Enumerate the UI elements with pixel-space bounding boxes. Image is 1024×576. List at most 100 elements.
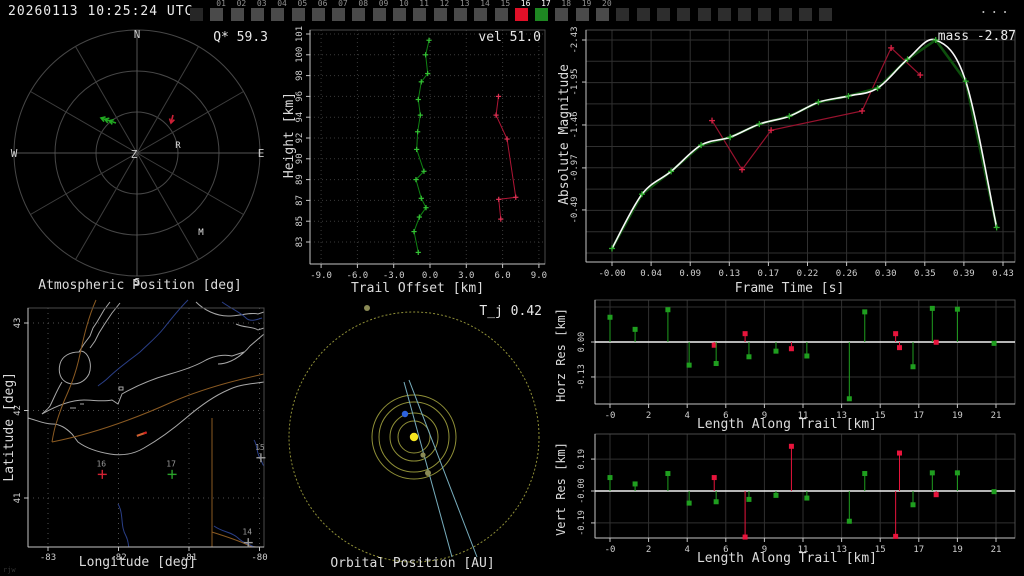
frame-square[interactable] <box>717 8 731 21</box>
frame-square[interactable] <box>799 8 812 21</box>
frame-square-20[interactable] <box>596 8 609 21</box>
svg-text:-2.43: -2.43 <box>570 26 580 53</box>
frame-square[interactable] <box>636 8 650 21</box>
tisserand-label: T_j 0.42 <box>479 304 542 319</box>
svg-text:100: 100 <box>295 47 305 63</box>
svg-text:0.17: 0.17 <box>758 269 780 279</box>
svg-text:87: 87 <box>295 195 305 206</box>
svg-text:-9.0: -9.0 <box>310 271 332 281</box>
frame-square-08[interactable] <box>352 8 366 21</box>
frame-square[interactable] <box>677 8 691 21</box>
frame-square[interactable] <box>697 8 711 21</box>
svg-text:9.0: 9.0 <box>531 271 547 281</box>
svg-text:R: R <box>175 141 181 151</box>
frame-square-13[interactable] <box>453 8 467 21</box>
svg-text:-0.19: -0.19 <box>577 510 587 536</box>
svg-text:-0.13: -0.13 <box>577 364 587 390</box>
svg-text:83: 83 <box>295 237 305 248</box>
svg-text:0.00: 0.00 <box>577 332 587 352</box>
frame-square-10[interactable] <box>393 8 406 21</box>
svg-text:0.43: 0.43 <box>992 269 1014 279</box>
frame-number: 06 <box>317 0 328 8</box>
svg-text:101: 101 <box>295 26 305 42</box>
orbital-position-panel: T_j 0.42 Orbital Position [AU] <box>275 296 550 576</box>
frame-square-02[interactable] <box>230 8 244 21</box>
frame-number: 03 <box>256 0 267 8</box>
orbital-plot <box>288 305 540 563</box>
frame-number: 14 <box>480 0 490 8</box>
frame-square-04[interactable] <box>271 8 285 21</box>
frame-square[interactable] <box>758 8 772 21</box>
svg-text:0.22: 0.22 <box>797 269 819 279</box>
frame-number: 05 <box>297 0 308 8</box>
frame-square[interactable] <box>656 8 670 21</box>
q-value-label: Q* 59.3 <box>213 30 268 45</box>
trail-offset-plot: -9.0 -6.0 -3.0 0.0 3.0 6.0 9.01011009896949290… <box>295 26 547 281</box>
polar-plot: NSW EZRM <box>11 28 265 289</box>
frame-square[interactable] <box>819 8 833 21</box>
svg-text:E: E <box>258 147 265 160</box>
frame-square-17[interactable] <box>535 8 549 21</box>
frame-number: 10 <box>399 0 409 8</box>
frame-number: 18 <box>561 0 572 8</box>
atmospheric-position-panel: NSWEZRM Q* 59.3 Atmospheric Position [de… <box>0 24 280 296</box>
frame-number: 16 <box>520 0 531 8</box>
frame-square-16[interactable] <box>514 8 528 21</box>
svg-text:0.0: 0.0 <box>422 271 438 281</box>
latitude-ylabel: Latitude [deg] <box>2 372 17 482</box>
svg-text:0.19: 0.19 <box>577 449 587 469</box>
polar-title: Atmospheric Position [deg] <box>38 278 242 293</box>
svg-text:Z: Z <box>131 148 138 161</box>
frame-square-03[interactable] <box>250 8 264 21</box>
svg-text:M: M <box>198 228 204 238</box>
frame-square-05[interactable] <box>291 8 305 21</box>
residual-plots: -0 2 4 6 9 11 13 15 17 19 210.00-0.13-0 2 4 6 9 11 13 15 1… <box>577 299 1016 555</box>
ground-map-plot: -83 -82 -81 -8043424116 171514 <box>13 299 268 563</box>
svg-text:16: 16 <box>96 459 106 468</box>
frame-number: 09 <box>378 0 389 8</box>
svg-text:0.39: 0.39 <box>953 269 975 279</box>
frame-square-06[interactable] <box>311 8 325 21</box>
svg-text:-0.00: -0.00 <box>577 478 587 504</box>
frame-square-01[interactable] <box>210 8 224 21</box>
frame-number: 02 <box>236 0 247 8</box>
frame-square-12[interactable] <box>433 8 447 21</box>
velocity-label: vel 51.0 <box>478 30 541 45</box>
frame-square[interactable] <box>738 8 752 21</box>
frame-number: 20 <box>602 0 612 8</box>
frame-number: 07 <box>338 0 348 8</box>
frame-square[interactable] <box>190 8 203 21</box>
frame-square-14[interactable] <box>474 8 488 21</box>
frame-number: 19 <box>581 0 592 8</box>
svg-text:0.13: 0.13 <box>718 269 740 279</box>
more-menu-dots[interactable]: ... <box>980 2 1012 17</box>
frame-square-15[interactable] <box>494 8 508 21</box>
trail-offset-xlabel: Trail Offset [km] <box>350 281 485 296</box>
frame-square-11[interactable] <box>413 8 427 21</box>
svg-text:0.26: 0.26 <box>836 269 858 279</box>
vert-res-xlabel: Length Along Trail [km] <box>696 551 877 566</box>
horz-res-ylabel: Horz Res [km] <box>554 308 568 402</box>
frame-square[interactable] <box>778 8 792 21</box>
frame-number: 08 <box>358 0 369 8</box>
frame-number: 04 <box>277 0 287 8</box>
svg-text:-6.0: -6.0 <box>347 271 369 281</box>
light-curve-plot: -0.00 0.04 0.09 0.13 0.17 0.22 0.26 0.30 0.35 0.3… <box>570 26 1016 279</box>
frame-square-18[interactable] <box>555 8 569 21</box>
svg-text:W: W <box>11 147 18 160</box>
longitude-xlabel: Longitude [deg] <box>78 555 197 570</box>
frame-number: 01 <box>216 0 226 8</box>
svg-text:3.0: 3.0 <box>458 271 474 281</box>
frame-square-09[interactable] <box>372 8 386 21</box>
frame-square-07[interactable] <box>332 8 346 21</box>
top-toolbar: 20260113 10:25:24 UTC 01 02 03 04 05 06 07 08 09… <box>0 0 1024 24</box>
frame-square[interactable] <box>616 8 630 21</box>
svg-text:14: 14 <box>242 528 252 537</box>
frame-number: 17 <box>541 0 551 8</box>
frame-square-19[interactable] <box>575 8 589 21</box>
svg-text:15: 15 <box>255 443 265 452</box>
orbital-title: Orbital Position [AU] <box>330 556 495 571</box>
vert-res-ylabel: Vert Res [km] <box>554 442 568 536</box>
svg-text:-0.00: -0.00 <box>598 269 625 279</box>
residuals-panel: -0 2 4 6 9 11 13 15 17 19 21 0.00 -0.13 -0 2 4 6 9 11 13 15 1… <box>550 296 1024 576</box>
